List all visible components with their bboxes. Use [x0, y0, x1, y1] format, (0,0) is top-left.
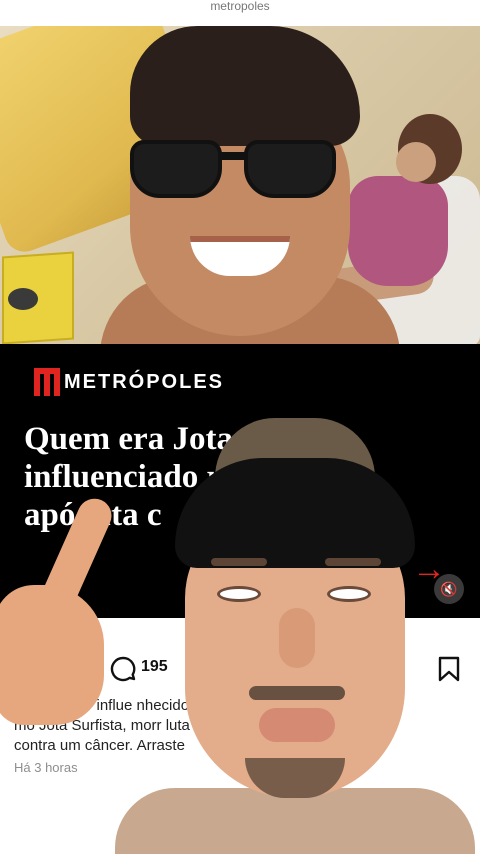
brand-logo: METRÓPOLES: [34, 368, 224, 396]
caption-username[interactable]: polesfun: [14, 697, 77, 714]
more-link[interactable]: mais: [339, 737, 371, 754]
caption-text: O influe nhecido: [76, 697, 190, 714]
brand-name: METRÓPOLES: [64, 370, 225, 393]
comment-icon[interactable]: [110, 656, 136, 682]
selfie-person: [100, 26, 400, 344]
metropoles-logo-icon: [34, 368, 60, 396]
article-card[interactable]: METRÓPOLES Quem era Jota S rfista, influ…: [0, 344, 480, 618]
account-label[interactable]: metropoles: [0, 0, 480, 26]
headline-line: influenciado rreu: [24, 459, 269, 495]
article-headline: Quem era Jota S rfista, influenciado rre…: [24, 420, 444, 534]
bookmark-icon[interactable]: [438, 656, 460, 682]
more-options-icon[interactable]: •••: [440, 815, 464, 838]
caption-text: contra um câncer. Arraste: [14, 737, 185, 754]
headline-line: Quem era Jota S rfista,: [24, 421, 352, 457]
post-photo: [0, 26, 480, 344]
beach-toy-wheel: [8, 288, 38, 310]
mute-icon[interactable]: 🔇: [434, 574, 464, 604]
post-caption: polesfun O influe nhecido mo Jota Surfis…: [14, 696, 466, 756]
post-footer: 195 polesfun O influe nhecido mo Jota Su…: [0, 618, 480, 854]
caption-text: mo Jota Surfista, morr luta: [14, 717, 190, 734]
action-bar: 195: [0, 656, 480, 686]
post-timestamp: Há 3 horas: [14, 760, 78, 775]
comment-count: 195: [141, 658, 168, 675]
headline-line: apó luta c: [24, 497, 162, 533]
sunglasses: [130, 140, 338, 198]
